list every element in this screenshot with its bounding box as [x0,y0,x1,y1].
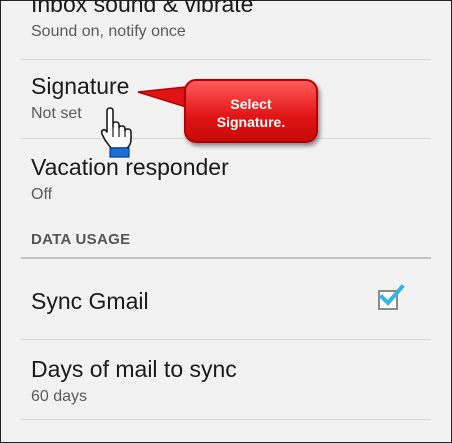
divider [21,339,431,340]
setting-subtitle: Not set [31,105,82,122]
setting-inbox-sound[interactable]: Inbox sound & vibrate Sound on, notify o… [31,0,431,49]
instruction-callout: Select Signature. [184,79,318,143]
setting-subtitle: 60 days [31,388,88,405]
divider [21,59,431,60]
setting-days-to-sync[interactable]: Days of mail to sync 60 days [31,356,431,416]
setting-title: Sync Gmail [31,288,149,314]
setting-subtitle: Off [31,186,53,203]
section-divider [21,257,431,259]
setting-subtitle: Sound on, notify once [31,23,186,40]
callout-line-2: Signature. [216,114,286,130]
checkmark-icon [379,284,405,306]
settings-screen: Inbox sound & vibrate Sound on, notify o… [0,0,452,443]
setting-title: Inbox sound & vibrate [31,0,254,17]
section-header-data-usage: DATA USAGE [31,231,131,248]
setting-title: Days of mail to sync [31,356,237,382]
setting-sync-gmail[interactable]: Sync Gmail [31,288,431,318]
divider [21,419,431,420]
callout-pointer [137,86,187,109]
setting-title: Signature [31,73,130,99]
callout-line-1: Select [230,96,272,112]
hand-pointer-icon [100,107,132,158]
setting-vacation-responder[interactable]: Vacation responder Off [31,154,431,214]
sync-gmail-checkbox[interactable] [378,284,405,310]
